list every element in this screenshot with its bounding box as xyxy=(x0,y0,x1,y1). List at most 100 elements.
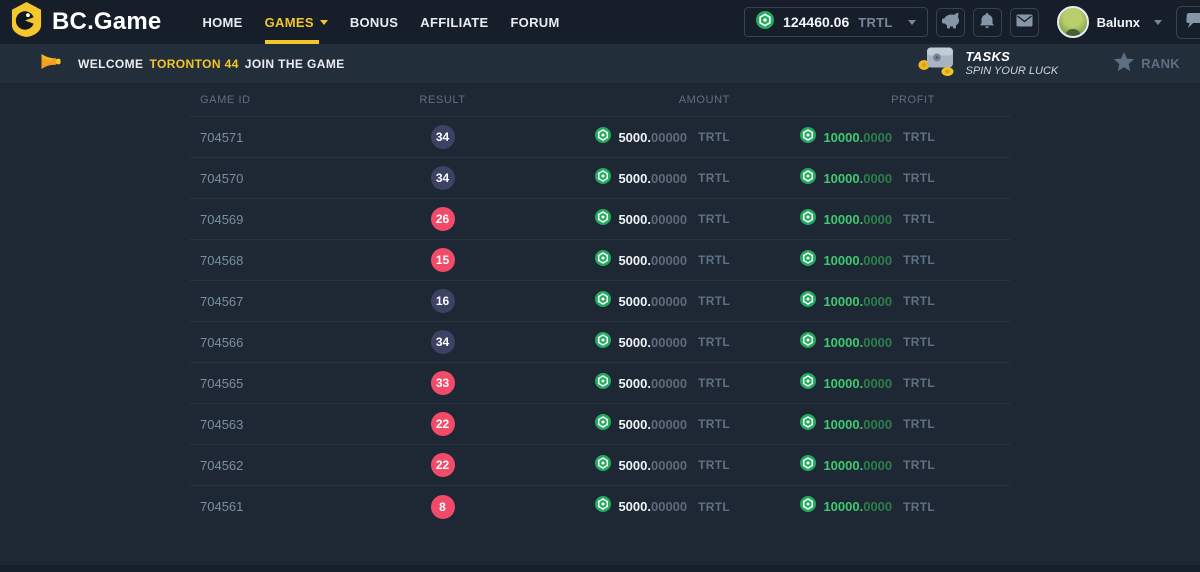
profit-main: 10000. xyxy=(823,499,863,514)
amount-cell: 5000. 00000 TRTL xyxy=(545,332,730,353)
table-row: 704566 34 5000. 00000 TRTL xyxy=(190,322,1010,363)
game-id-cell: 704561 xyxy=(190,499,340,514)
trtl-coin-icon xyxy=(595,496,611,517)
result-cell: 34 xyxy=(340,166,545,190)
amount-cell: 5000. 00000 TRTL xyxy=(545,496,730,517)
trtl-coin-icon xyxy=(800,373,816,394)
messages-button[interactable] xyxy=(1010,8,1039,37)
nav-item-games[interactable]: GAMES xyxy=(254,0,339,44)
trtl-coin-icon xyxy=(800,291,816,312)
result-badge: 22 xyxy=(431,453,455,477)
profit-currency: TRTL xyxy=(903,458,935,472)
amount-cell: 5000. 00000 TRTL xyxy=(545,127,730,148)
game-id-cell: 704571 xyxy=(190,130,340,145)
profit-currency: TRTL xyxy=(903,130,935,144)
amount-currency: TRTL xyxy=(698,458,730,472)
amount-main: 5000. xyxy=(618,294,651,309)
amount-currency: TRTL xyxy=(698,130,730,144)
profit-currency: TRTL xyxy=(903,335,935,349)
game-id-cell: 704563 xyxy=(190,417,340,432)
trtl-coin-icon xyxy=(800,168,816,189)
amount-currency: TRTL xyxy=(698,417,730,431)
profit-decimals: 0000 xyxy=(863,417,892,432)
brand[interactable]: BC.Game xyxy=(10,2,161,42)
header-profit: PROFIT xyxy=(730,94,935,106)
header-game-id: GAME ID xyxy=(190,94,340,106)
result-cell: 22 xyxy=(340,412,545,436)
amount-decimals: 00000 xyxy=(651,458,687,473)
amount-cell: 5000. 00000 TRTL xyxy=(545,168,730,189)
footer-strip xyxy=(0,565,1200,572)
profit-decimals: 0000 xyxy=(863,376,892,391)
star-icon xyxy=(1114,52,1134,76)
balance-selector[interactable]: 124460.06 TRTL xyxy=(744,7,928,37)
nav-item-home[interactable]: HOME xyxy=(191,0,253,44)
trtl-coin-icon xyxy=(595,127,611,148)
profit-cell: 10000. 0000 TRTL xyxy=(730,496,935,517)
result-badge: 15 xyxy=(431,248,455,272)
nav-item-forum[interactable]: FORUM xyxy=(499,0,570,44)
profit-decimals: 0000 xyxy=(863,253,892,268)
result-badge: 22 xyxy=(431,412,455,436)
profit-main: 10000. xyxy=(823,171,863,186)
table-row: 704561 8 5000. 00000 TRTL xyxy=(190,486,1010,527)
tasks-title: TASKS xyxy=(966,50,1059,65)
trtl-coin-icon xyxy=(595,455,611,476)
amount-main: 5000. xyxy=(618,130,651,145)
balance-currency: TRTL xyxy=(858,15,892,30)
bets-table: GAME ID RESULT AMOUNT PROFIT 704571 34 5… xyxy=(190,83,1010,527)
welcome-player-name: TORONTON 44 xyxy=(149,57,238,71)
profit-cell: 10000. 0000 TRTL xyxy=(730,168,935,189)
game-id-cell: 704570 xyxy=(190,171,340,186)
amount-cell: 5000. 00000 TRTL xyxy=(545,291,730,312)
game-id-cell: 704567 xyxy=(190,294,340,309)
safe-coins-icon xyxy=(917,46,957,82)
welcome-prefix: WELCOME xyxy=(78,57,143,71)
chat-button[interactable]: 16 xyxy=(1176,6,1200,39)
notifications-button[interactable] xyxy=(973,8,1002,37)
amount-main: 5000. xyxy=(618,212,651,227)
user-menu[interactable]: Balunx xyxy=(1057,6,1162,38)
trtl-coin-icon xyxy=(800,209,816,230)
nav-item-affiliate[interactable]: AFFILIATE xyxy=(409,0,499,44)
game-id-cell: 704565 xyxy=(190,376,340,391)
table-row: 704568 15 5000. 00000 TRTL xyxy=(190,240,1010,281)
trtl-coin-icon xyxy=(800,332,816,353)
amount-cell: 5000. 00000 TRTL xyxy=(545,455,730,476)
chat-bubble-icon xyxy=(1185,12,1200,32)
vault-button[interactable] xyxy=(936,8,965,37)
trtl-coin-icon xyxy=(595,414,611,435)
nav-item-bonus[interactable]: BONUS xyxy=(339,0,409,44)
profit-decimals: 0000 xyxy=(863,458,892,473)
rank-widget[interactable]: RANK xyxy=(1114,52,1180,76)
tasks-widget[interactable]: TASKS SPIN YOUR LUCK xyxy=(917,46,1059,82)
result-cell: 26 xyxy=(340,207,545,231)
username: Balunx xyxy=(1097,15,1140,30)
result-badge: 8 xyxy=(431,495,455,519)
game-id-cell: 704568 xyxy=(190,253,340,268)
amount-currency: TRTL xyxy=(698,212,730,226)
trtl-coin-icon xyxy=(800,127,816,148)
amount-main: 5000. xyxy=(618,499,651,514)
result-cell: 8 xyxy=(340,495,545,519)
profit-decimals: 0000 xyxy=(863,335,892,350)
bets-table-body: 704571 34 5000. 00000 TRTL xyxy=(190,117,1010,527)
profit-decimals: 0000 xyxy=(863,212,892,227)
profit-cell: 10000. 0000 TRTL xyxy=(730,127,935,148)
amount-main: 5000. xyxy=(618,335,651,350)
amount-main: 5000. xyxy=(618,376,651,391)
profit-main: 10000. xyxy=(823,417,863,432)
trtl-coin-icon xyxy=(800,455,816,476)
profit-cell: 10000. 0000 TRTL xyxy=(730,455,935,476)
profit-cell: 10000. 0000 TRTL xyxy=(730,250,935,271)
profit-currency: TRTL xyxy=(903,253,935,267)
rank-label: RANK xyxy=(1141,56,1180,71)
table-row: 704571 34 5000. 00000 TRTL xyxy=(190,117,1010,158)
trtl-coin-icon xyxy=(595,332,611,353)
amount-decimals: 00000 xyxy=(651,294,687,309)
trtl-coin-icon xyxy=(595,291,611,312)
chevron-down-icon xyxy=(908,20,916,25)
piggy-bank-icon xyxy=(941,12,960,32)
profit-decimals: 0000 xyxy=(863,294,892,309)
result-badge: 26 xyxy=(431,207,455,231)
